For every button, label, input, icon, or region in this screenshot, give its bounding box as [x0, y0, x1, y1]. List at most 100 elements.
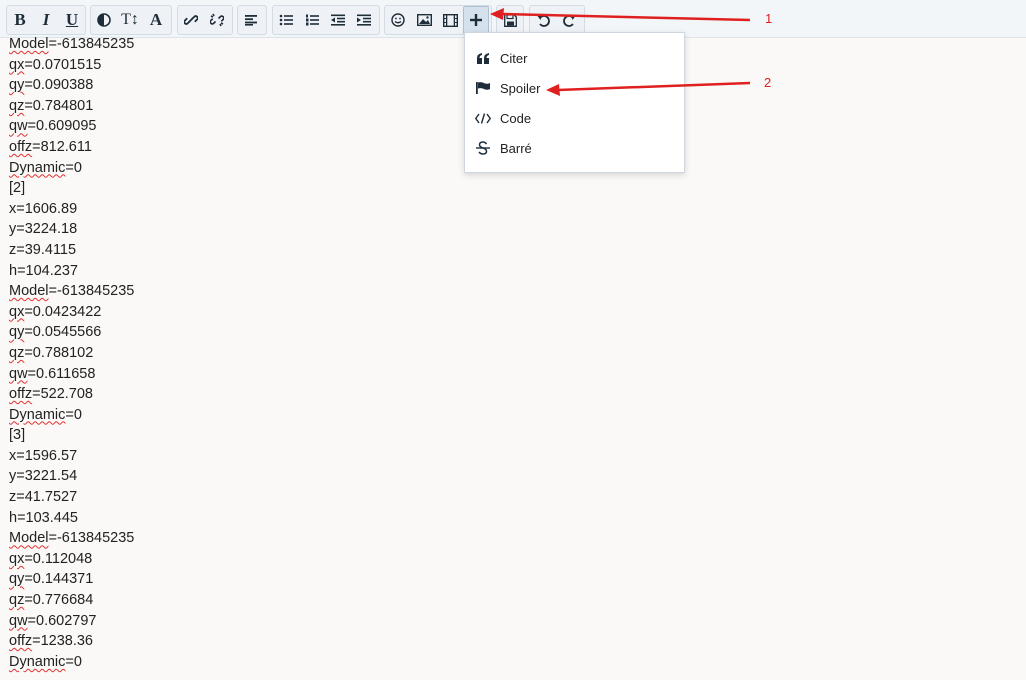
editor-line: qy=0.0545566 [9, 322, 909, 343]
editor-line: qx=0.0701515 [9, 55, 909, 76]
line-key: qx [9, 303, 25, 320]
line-key: offz [9, 633, 33, 650]
line-value: =0.0701515 [24, 56, 102, 73]
line-key: qw [9, 612, 28, 629]
line-key: qy [9, 324, 25, 341]
line-value: z=41.7527 [9, 489, 78, 506]
line-key: offz [9, 138, 33, 155]
line-value: =812.611 [32, 138, 92, 155]
line-value: =0.602797 [27, 612, 97, 629]
editor-line: Dynamic=0 [9, 158, 909, 179]
quote-icon [474, 52, 492, 64]
line-value: =0.0423422 [24, 303, 102, 320]
line-value: h=104.237 [9, 262, 78, 279]
menu-item-label: Citer [500, 50, 528, 66]
line-value: =0 [65, 653, 82, 670]
editor-line: x=1606.89 [9, 199, 909, 220]
editor-line: Dynamic=0 [9, 652, 909, 673]
editor-line: offz=812.611 [9, 137, 909, 158]
editor-line: qy=0.144371 [9, 569, 909, 590]
clipped-line [9, 24, 909, 34]
line-value: =0.788102 [24, 344, 94, 361]
editor-line: qx=0.112048 [9, 549, 909, 570]
line-value: y=3224.18 [9, 221, 78, 238]
editor-line: Dynamic=0 [9, 405, 909, 426]
line-value: =0.112048 [24, 550, 93, 567]
menu-item-label: Barré [500, 140, 532, 156]
line-value: z=39.4115 [9, 241, 77, 258]
line-value: [3] [9, 427, 26, 444]
menu-item-label: Code [500, 110, 532, 126]
editor-line: qw=0.609095 [9, 116, 909, 137]
line-key: qw [9, 118, 28, 135]
menu-item-label: Spoiler [500, 80, 541, 96]
line-key: Dynamic [9, 406, 66, 423]
line-key: Model [9, 530, 49, 547]
line-key: offz [9, 386, 33, 403]
line-value: [2] [9, 180, 26, 197]
line-value: =-613845235 [48, 530, 135, 547]
line-value: =0 [65, 406, 82, 423]
line-key: qw [9, 365, 28, 382]
line-value: =0.090388 [24, 77, 94, 94]
line-value: =1238.36 [32, 633, 93, 650]
menu-item-barre[interactable]: Barré [465, 133, 684, 163]
line-value: =522.708 [32, 386, 93, 403]
line-key: Dynamic [9, 653, 66, 670]
editor-content[interactable]: Model=-613845235 qx=0.0701515 qy=0.090388 q… [9, 24, 909, 672]
editor-line: qy=0.090388 [9, 75, 909, 96]
editor-line: h=103.445 [9, 508, 909, 529]
line-value: =-613845235 [48, 36, 135, 52]
line-key: Model [9, 283, 49, 300]
editor-line: [2] [9, 178, 909, 199]
editor-line: Model=-613845235 [9, 528, 909, 549]
insert-dropdown-menu: Citer Spoiler Code Barré [464, 32, 685, 173]
editor-line: [3] [9, 425, 909, 446]
line-key: qx [9, 56, 25, 73]
menu-item-citer[interactable]: Citer [465, 43, 684, 73]
menu-item-spoiler[interactable]: Spoiler [465, 73, 684, 103]
editor-line: qx=0.0423422 [9, 302, 909, 323]
strikethrough-icon [474, 141, 492, 155]
menu-item-code[interactable]: Code [465, 103, 684, 133]
line-value: y=3221.54 [9, 468, 78, 485]
editor-line: Model=-613845235 [9, 34, 909, 55]
editor-line: qw=0.611658 [9, 364, 909, 385]
line-value: =-613845235 [48, 283, 135, 300]
line-value: =0.776684 [24, 592, 94, 609]
flag-icon [474, 82, 492, 94]
editor-line: x=1596.57 [9, 446, 909, 467]
editor-line: z=39.4115 [9, 240, 909, 261]
line-value: =0.784801 [24, 97, 94, 114]
line-key: qy [9, 77, 25, 94]
editor-line: z=41.7527 [9, 487, 909, 508]
editor-line: Model=-613845235 [9, 281, 909, 302]
editor-line: qz=0.784801 [9, 96, 909, 117]
line-key: qz [9, 592, 25, 609]
annotation-label-1: 1 [765, 11, 773, 26]
line-key: qx [9, 550, 25, 567]
line-value: =0.0545566 [24, 324, 102, 341]
line-key: Model [9, 36, 49, 52]
editor-line: offz=522.708 [9, 384, 909, 405]
code-icon [474, 112, 492, 124]
line-value: x=1596.57 [9, 447, 78, 464]
editor-line: qz=0.776684 [9, 590, 909, 611]
line-value: =0.609095 [27, 118, 97, 135]
line-value: x=1606.89 [9, 200, 78, 217]
line-key: qz [9, 97, 25, 114]
editor-line: y=3224.18 [9, 219, 909, 240]
editor-line: offz=1238.36 [9, 631, 909, 652]
line-value: =0 [65, 159, 82, 176]
annotation-label-2: 2 [764, 75, 772, 90]
editor-line: h=104.237 [9, 261, 909, 282]
editor-line: qw=0.602797 [9, 611, 909, 632]
line-value: =0.144371 [24, 571, 94, 588]
line-key: Dynamic [9, 159, 66, 176]
editor-line: qz=0.788102 [9, 343, 909, 364]
line-value: =0.611658 [27, 365, 96, 382]
editor-line: y=3221.54 [9, 466, 909, 487]
line-value: h=103.445 [9, 509, 78, 526]
line-key: qy [9, 571, 25, 588]
line-key: qz [9, 344, 25, 361]
